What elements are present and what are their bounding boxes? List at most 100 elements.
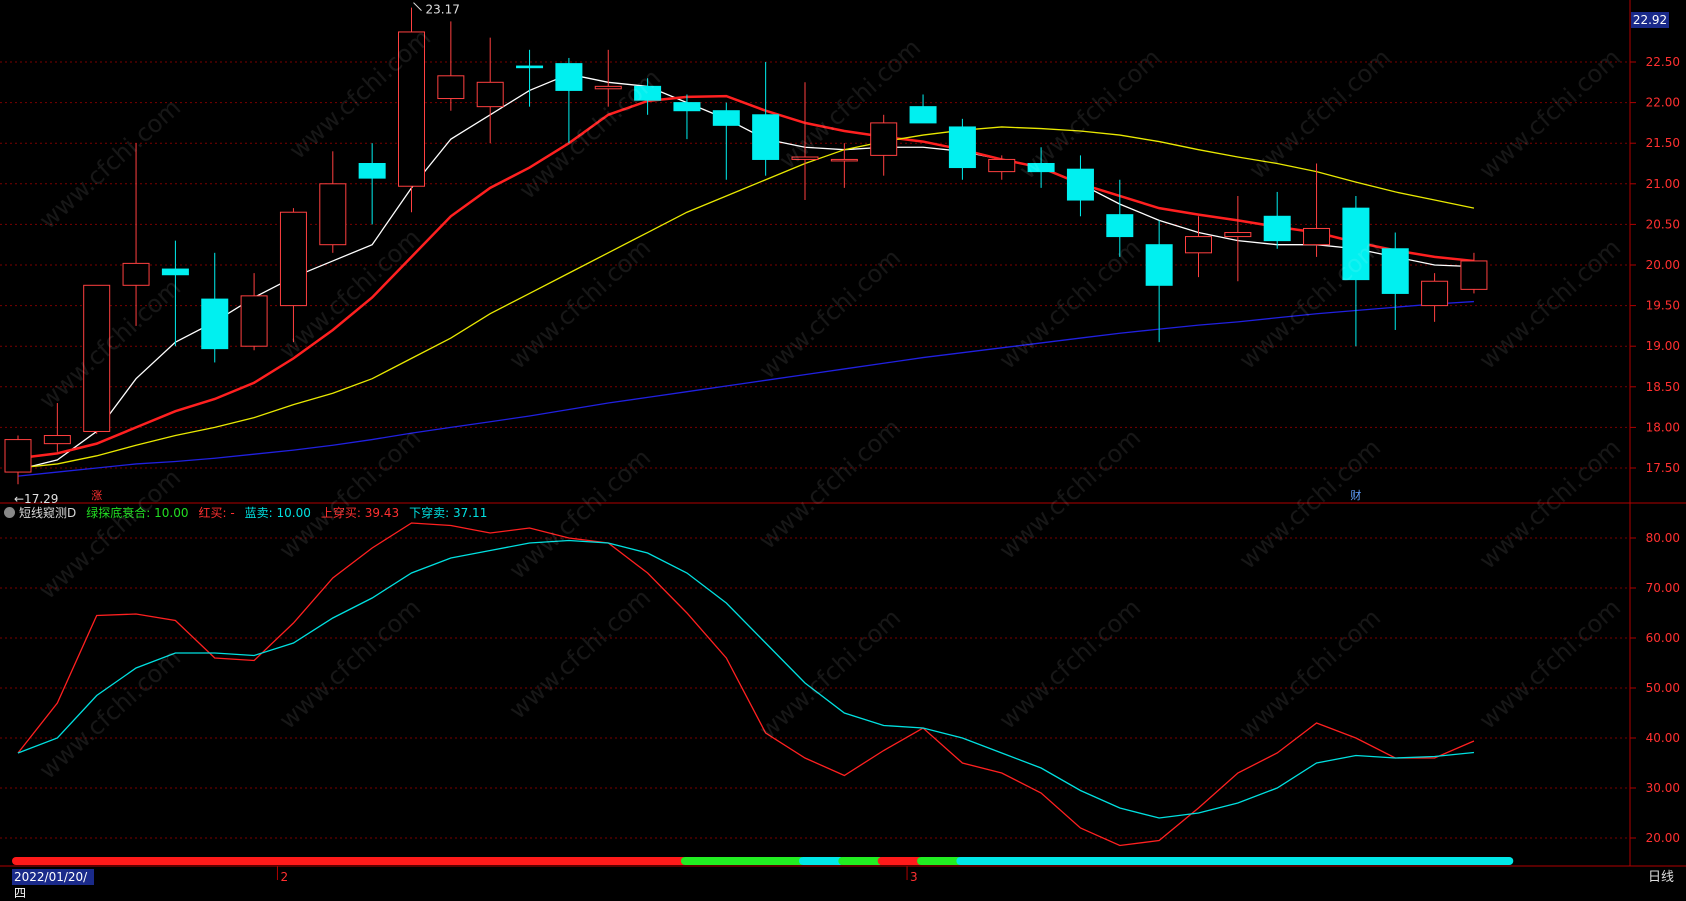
candle-body	[319, 183, 347, 246]
candle-32	[1263, 191, 1291, 249]
candle-22	[870, 114, 898, 176]
indicator-line-0	[17, 522, 1475, 847]
ma-line-0	[17, 73, 1474, 471]
candle-body	[122, 262, 150, 286]
period-label[interactable]: 日线	[1648, 866, 1674, 885]
month-label-1: 3	[910, 870, 918, 884]
signal-segment-6	[956, 857, 1514, 865]
candle-2	[83, 284, 111, 434]
candle-body	[948, 126, 976, 169]
indicator-tick-label: 50.00	[1646, 681, 1680, 695]
candle-21	[830, 143, 858, 188]
indicator-line-1	[17, 539, 1475, 819]
candle-body	[437, 75, 465, 100]
candle-body	[988, 158, 1016, 173]
candle-body	[1224, 232, 1252, 238]
price-tick-label: 19.50	[1646, 299, 1680, 313]
candle-body	[1303, 227, 1331, 246]
candle-27	[1066, 155, 1094, 217]
price-tick-label: 22.00	[1646, 96, 1680, 110]
candle-12	[476, 37, 504, 144]
price-tick-label: 17.50	[1646, 461, 1680, 475]
candle-34	[1342, 195, 1370, 347]
candle-25	[988, 155, 1016, 180]
candle-body	[752, 114, 780, 160]
signal-segment-5	[917, 857, 963, 865]
candle-body	[1342, 207, 1370, 281]
candle-14	[555, 57, 583, 144]
legend-item-4: 下穿卖: 37.11	[409, 505, 488, 520]
ma-line-2	[17, 126, 1475, 469]
ma-line-1	[17, 94, 1475, 460]
candle-body	[476, 81, 504, 108]
legend-item-1: 红买: -	[198, 505, 235, 520]
candle-26	[1027, 147, 1055, 188]
candle-body	[1185, 236, 1212, 254]
candle-10	[398, 7, 425, 213]
legend-item-3: 上穿买: 39.43	[320, 505, 400, 520]
candle-8	[319, 151, 347, 253]
candle-11	[437, 21, 465, 111]
candle-body	[1421, 280, 1449, 307]
price-tick-label: 20.00	[1646, 258, 1680, 272]
candle-body	[1066, 168, 1094, 201]
indicator-tick-label: 60.00	[1646, 631, 1680, 645]
indicator-legend: 短线窥测D 绿探底衰合: 10.00 红买: - 蓝卖: 10.00 上穿买: …	[0, 501, 487, 523]
candle-20	[791, 82, 819, 201]
candle-body	[1106, 214, 1134, 238]
candle-13	[516, 49, 544, 107]
candle-body	[1263, 215, 1291, 242]
candle-23	[909, 94, 937, 124]
price-tick-label: 21.50	[1646, 136, 1680, 150]
candle-body	[594, 85, 622, 90]
candle-18	[712, 102, 740, 180]
legend-item-2: 蓝卖: 10.00	[244, 505, 311, 520]
candle-body	[830, 158, 858, 162]
indicator-tick-label: 30.00	[1646, 781, 1680, 795]
indicator-tick-label: 20.00	[1646, 831, 1680, 845]
candle-body	[161, 268, 189, 276]
candle-body	[1145, 244, 1173, 286]
candle-body	[1027, 163, 1055, 173]
candle-3	[122, 143, 150, 326]
price-tick-label: 18.00	[1646, 420, 1680, 434]
settings-dot-icon[interactable]	[4, 506, 15, 518]
candle-body	[398, 31, 425, 187]
indicator-tick-label: 40.00	[1646, 731, 1680, 745]
candle-body	[43, 435, 71, 445]
candle-30	[1185, 216, 1212, 278]
candle-body	[791, 156, 819, 160]
candle-17	[673, 94, 701, 140]
candle-body	[870, 122, 898, 156]
candle-body	[83, 284, 111, 432]
candle-body	[240, 295, 268, 347]
legend-item-0: 绿探底衰合: 10.00	[86, 505, 189, 520]
candle-body	[516, 65, 544, 69]
signal-segment-1	[680, 857, 805, 865]
signal-segment-3	[838, 857, 884, 865]
candle-body	[1460, 260, 1488, 290]
candle-35	[1381, 232, 1409, 330]
price-tick-label: 22.50	[1646, 55, 1680, 69]
candle-body	[712, 110, 740, 126]
stock-chart[interactable]: 22.50 22.00 21.50 21.00 20.50 20.00 19.50 19.00…	[0, 0, 1686, 889]
candle-5	[201, 252, 229, 363]
high-annotation: 23.17	[426, 3, 460, 17]
candle-body	[279, 211, 307, 307]
candle-body	[1381, 248, 1409, 294]
candle-19	[752, 62, 780, 176]
indicator-tick-label: 80.00	[1646, 531, 1680, 545]
candle-body	[4, 439, 32, 473]
candle-24	[948, 118, 976, 180]
candle-28	[1106, 179, 1134, 257]
candle-body	[634, 85, 662, 101]
candle-body	[673, 102, 701, 112]
candle-36	[1421, 273, 1449, 322]
indicator-tick-label: 70.00	[1646, 581, 1680, 595]
current-price-tag: 22.92	[1631, 12, 1669, 28]
cursor-date-label: 2022/01/20/四	[12, 869, 94, 900]
indicator-title[interactable]: 短线窥测D	[4, 504, 76, 521]
candle-29	[1145, 220, 1173, 343]
candle-body	[358, 163, 386, 179]
high-arrow	[413, 2, 422, 11]
